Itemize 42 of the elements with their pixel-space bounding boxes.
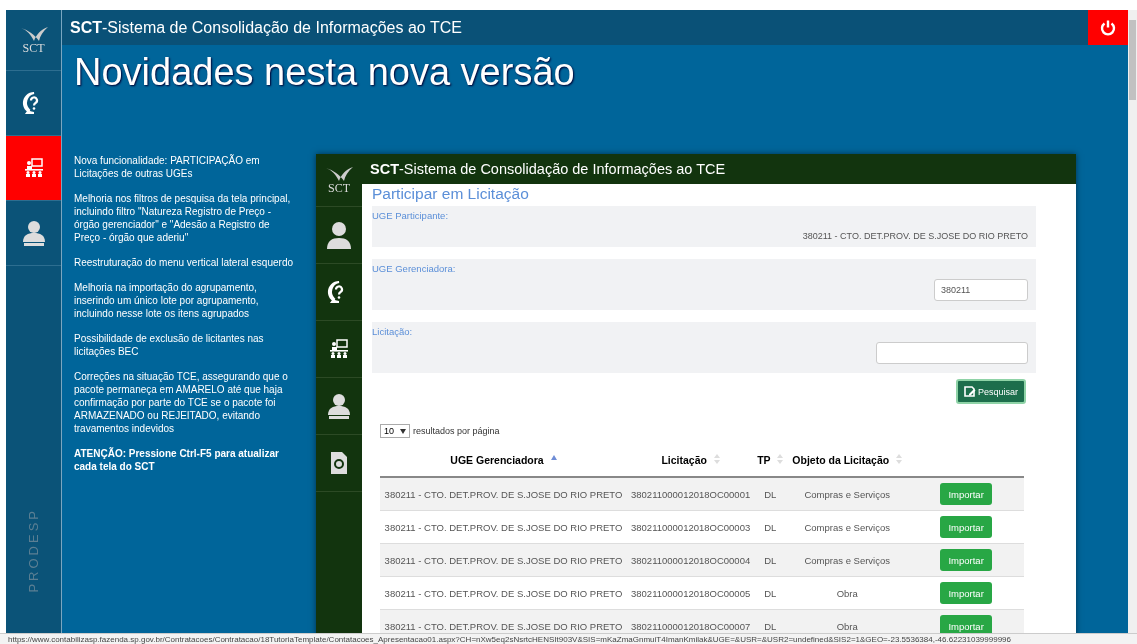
table-cell: DL bbox=[754, 477, 787, 511]
table-cell: Obra bbox=[786, 609, 909, 633]
release-note: Melhoria na importação do agrupamento, inserindo um único lote por agrupamento, incluindo nesse lote os itens agrupados bbox=[74, 281, 260, 320]
table-cell: 380211000012018OC00001 bbox=[627, 477, 755, 511]
table-cell: Compras e Serviços bbox=[786, 477, 909, 511]
prodesp-label: PRODESP bbox=[26, 508, 41, 593]
release-note: Possibilidade de exclusão de licitantes nas licitações BEC bbox=[74, 332, 265, 358]
release-note: Nova funcionalidade: PARTICIPAÇÃO em Licitações de outras UGEs bbox=[74, 154, 261, 180]
table-cell: DL bbox=[754, 576, 787, 610]
form-title: Participar em Licitação bbox=[372, 184, 530, 204]
table-cell: 380211 - CTO. DET.PROV. DE S.JOSE DO RIO PRETO bbox=[380, 543, 627, 577]
table-cell: DL bbox=[754, 543, 787, 577]
page-heading: Novidades nesta nova versão bbox=[74, 50, 576, 95]
field-label: UGE Participante: bbox=[372, 210, 450, 221]
search-button[interactable]: Pesquisar bbox=[955, 379, 1026, 404]
table-cell: DL bbox=[754, 510, 787, 544]
field-label: UGE Gerenciadora: bbox=[372, 263, 457, 274]
input-field[interactable]: 380211 bbox=[934, 279, 1028, 301]
table-cell: 380211 - CTO. DET.PROV. DE S.JOSE DO RIO PRETO bbox=[380, 510, 627, 544]
page-size-label: resultados por página bbox=[413, 426, 500, 436]
table-cell: 380211000012018OC00005 bbox=[627, 576, 755, 610]
release-note: Reestruturação do menu vertical lateral esquerdo bbox=[74, 256, 294, 269]
table-cell: 380211000012018OC00003 bbox=[627, 510, 755, 544]
table-cell: DL bbox=[754, 609, 787, 633]
release-note: Melhoria nos filtros de pesquisa da tela principal, incluindo filtro "Natureza Registro de Preço - órgão gerenciador" e "Adesão a Registro de Preço - órgão que aderiu" bbox=[74, 192, 292, 244]
field-label: Licitação: bbox=[372, 326, 414, 337]
table-cell: 380211 - CTO. DET.PROV. DE S.JOSE DO RIO PRETO bbox=[380, 576, 627, 610]
app-title: SCT-Sistema de Consolidação de Informações ao TCE bbox=[69, 18, 462, 37]
table-cell: Obra bbox=[786, 576, 909, 610]
field-value: 380211 - CTO. DET.PROV. DE S.JOSE DO RIO PRETO bbox=[802, 231, 1028, 241]
sct-logo: SCT bbox=[6, 10, 61, 71]
window-title: SCT-Sistema de Consolidação de Informações ao TCE bbox=[369, 161, 726, 177]
table-cell: 380211 - CTO. DET.PROV. DE S.JOSE DO RIO PRETO bbox=[380, 477, 627, 511]
table-cell: 380211000012018OC00007 bbox=[627, 609, 755, 633]
status-url: https://www.contabilizasp.fazenda.sp.gov.br/Contratacoes/Contratacao/18TutoriaTemplate/Contatacoes_Apresentacao01.aspx?CH=nXw5eq2sNsrtcHENSIt903V&SIS=mKaZmaGnmuiT4ImanKmilak&UGE=&USR=&USR2=undefined&SIS2=1&GEO=-23.5536384,-46.62231039999996 bbox=[7, 634, 1011, 644]
release-note: Correções na situação TCE, assegurando que o pacote permaneça em AMARELO até que haja confirmação por parte do TCE se o pacote foi ARMAZENADO ou REJEITADO, evitando travamentos indevidos bbox=[74, 370, 289, 435]
page-size-select[interactable]: 10 bbox=[380, 424, 410, 438]
table-cell: 380211000012018OC00004 bbox=[627, 543, 755, 577]
table-cell: 380211 - CTO. DET.PROV. DE S.JOSE DO RIO PRETO bbox=[380, 609, 627, 633]
table-cell: Compras e Serviços bbox=[786, 510, 909, 544]
release-note: ATENÇÃO: Pressione Ctrl-F5 para atualizar cada tela do SCT bbox=[74, 447, 280, 473]
table-cell: Compras e Serviços bbox=[786, 543, 909, 577]
